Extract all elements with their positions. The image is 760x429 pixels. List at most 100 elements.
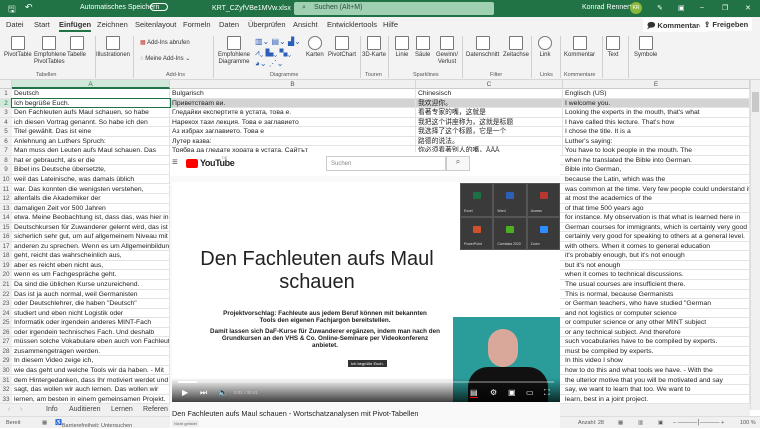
cell-d[interactable]: You have to look people in the mouth. Th… (563, 146, 750, 155)
cell-d[interactable]: of that time 500 years ago (563, 203, 750, 213)
cell-d[interactable]: I welcome you. (563, 98, 750, 108)
tab-hilfe[interactable]: Hilfe (383, 20, 398, 29)
youtube-logo-icon[interactable] (186, 159, 198, 168)
column-header-a[interactable]: A (12, 80, 170, 89)
cell-a[interactable]: In diesem Video zeige ich, (12, 356, 170, 365)
save-icon[interactable]: 🖫 (8, 2, 16, 18)
cell-d[interactable]: I have called this lecture. That's how (563, 117, 750, 127)
autosave-toggle[interactable] (150, 3, 168, 11)
cell-c[interactable]: Chinesisch (416, 89, 563, 98)
row-number[interactable]: 9 (0, 165, 12, 174)
text-button[interactable]: Text (606, 36, 620, 59)
cell-d[interactable]: how to do this and what tools we have. -… (563, 365, 750, 375)
row-number[interactable]: 30 (0, 365, 12, 375)
cell-a[interactable]: allenfalls die Akademiker der (12, 194, 170, 203)
cell-b[interactable]: Приветстваm ви. (170, 98, 416, 108)
sparkline-column-button[interactable]: Säule (415, 36, 430, 59)
cell-d[interactable]: Englisch (US) (563, 89, 750, 98)
cell-a[interactable]: oder Deutschlehrer, die haben "Deutsch" (12, 299, 170, 308)
row-number[interactable]: 23 (0, 299, 12, 308)
cell-c[interactable]: 我欢迎你。 (416, 98, 563, 108)
row-number[interactable]: 16 (0, 232, 12, 241)
cell-a[interactable]: Bibel ins Deutsche übersetzte, (12, 165, 170, 174)
cell-d[interactable]: or any technical subject. And therefore (563, 327, 750, 337)
cell-d[interactable]: and not logistics or computer science (563, 308, 750, 318)
cell-d[interactable]: because the Latin, which was the (563, 174, 750, 184)
page-layout-icon[interactable]: ▥ (638, 420, 643, 426)
theater-icon[interactable]: ▭ (526, 388, 534, 397)
cell-b[interactable]: Аз избрах заглавието. Това е (170, 127, 416, 136)
zoom-slider[interactable]: – ─────⎮───── + (673, 420, 724, 426)
pivotchart-button[interactable]: PivotChart (328, 36, 356, 59)
undo-icon[interactable]: ↶ (25, 2, 33, 13)
cell-a[interactable]: müssen solche Vokabulare eben auch von F… (12, 337, 170, 346)
link-button[interactable]: Link (538, 36, 552, 59)
cell-a[interactable]: Deutsch (12, 89, 170, 98)
select-all[interactable] (0, 80, 12, 89)
cell-b[interactable]: Нарекох тази лекция. Това е заглавието (170, 117, 416, 127)
cell-a[interactable]: wenn es um Fachgespräche geht. (12, 270, 170, 279)
tab-entwicklertools[interactable]: Entwicklertools (327, 20, 377, 29)
maps-button[interactable]: Karten (306, 36, 324, 59)
normal-view-icon[interactable]: ▦ (618, 420, 623, 426)
horizontal-scrollbar[interactable] (560, 404, 750, 416)
cell-a[interactable]: Informatik oder irgendein anderes MINT-F… (12, 318, 170, 327)
cell-d[interactable]: Bible into German, (563, 165, 750, 174)
cell-d[interactable]: German courses for immigrants, which is … (563, 222, 750, 232)
3d-map-button[interactable]: 3D-Karte (362, 36, 386, 59)
youtube-logo[interactable]: YouTube (200, 158, 235, 168)
row-number[interactable]: 13 (0, 203, 12, 213)
cell-a[interactable]: ich diesen Vortrag genannt. So habe ich … (12, 117, 170, 127)
row-number[interactable]: 10 (0, 174, 12, 184)
page-break-icon[interactable]: ▣ (658, 420, 663, 426)
cell-a[interactable]: Ich begrüße Euch. (11, 97, 171, 109)
row-number[interactable]: 21 (0, 280, 12, 289)
cell-d[interactable]: certainly very good for speaking to othe… (563, 232, 750, 241)
row-number[interactable]: 1 (0, 89, 12, 98)
tab-einfuegen[interactable]: Einfügen (59, 20, 92, 32)
timeline-button[interactable]: Zeitachse (503, 36, 529, 59)
close-icon[interactable]: ✕ (745, 4, 751, 12)
row-number[interactable]: 20 (0, 270, 12, 279)
search-box[interactable]: ⌕ Suchen (Alt+M) (294, 2, 494, 15)
share-button[interactable]: ⇪ Freigeben (700, 18, 753, 31)
column-header-b[interactable]: B (170, 80, 416, 89)
cell-d[interactable]: Looking the experts in the mouth, that's… (563, 108, 750, 117)
cell-a[interactable]: Titel gewählt. Das ist eine (12, 127, 170, 136)
row-number[interactable]: 4 (0, 117, 12, 127)
row-number[interactable]: 17 (0, 241, 12, 251)
recommended-charts-button[interactable]: Empfohlene Diagramme (217, 36, 251, 66)
vertical-scrollbar[interactable] (750, 80, 760, 410)
sheet-nav-next-icon[interactable]: › (20, 406, 22, 413)
recommended-pivottables-button[interactable]: Empfohlene PivotTables (34, 36, 66, 66)
restore-icon[interactable]: ❐ (722, 4, 728, 12)
cell-a[interactable]: Das ist ja auch normal, weil Germanisten (12, 289, 170, 299)
volume-icon[interactable]: 🔈 (218, 388, 228, 397)
cell-d[interactable]: such vocabularies have to be compiled by… (563, 337, 750, 346)
slicer-button[interactable]: Datenschnitt (466, 36, 499, 59)
fullscreen-icon[interactable]: ⛶ (544, 388, 550, 398)
row-number[interactable]: 31 (0, 375, 12, 385)
table-button[interactable]: Tabelle (67, 36, 86, 59)
video-title[interactable]: Den Fachleuten aufs Maul schauen - Worts… (172, 409, 418, 418)
cell-c[interactable]: 我选择了这个标题，它是一个 (416, 127, 563, 136)
cell-d[interactable]: when it comes to technical discussions. (563, 270, 750, 279)
cell-d[interactable]: the ulterior motive that you will be mot… (563, 375, 750, 385)
subtitles-icon[interactable]: ▤ (470, 388, 478, 398)
cell-a[interactable]: anderen zu sprechen. Wenn es um Allgemei… (12, 241, 170, 251)
tab-start[interactable]: Start (34, 20, 50, 29)
row-number[interactable]: 33 (0, 394, 12, 404)
row-number[interactable]: 26 (0, 327, 12, 337)
sheet-nav-prev-icon[interactable]: ‹ (8, 406, 10, 413)
next-icon[interactable]: ⏭ (200, 388, 207, 398)
row-number[interactable]: 18 (0, 251, 12, 260)
row-number[interactable]: 32 (0, 385, 12, 394)
column-header-e[interactable]: E (563, 80, 750, 89)
miniplayer-icon[interactable]: ▣ (508, 388, 516, 397)
cell-a[interactable]: oder irgendein technisches Fach. Und des… (12, 327, 170, 337)
cell-d[interactable]: with others. When it comes to general ed… (563, 241, 750, 251)
macro-icon[interactable]: ▦ (42, 420, 47, 426)
settings-icon[interactable]: ⚙ (490, 388, 497, 397)
symbols-button[interactable]: Symbole (634, 36, 657, 59)
get-addins-button[interactable]: ▦ Add-Ins abrufen (140, 40, 190, 47)
